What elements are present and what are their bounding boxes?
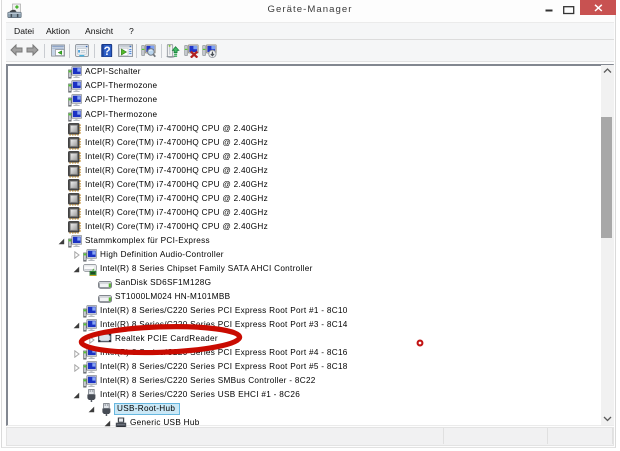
svg-text:?: ? (104, 46, 111, 57)
